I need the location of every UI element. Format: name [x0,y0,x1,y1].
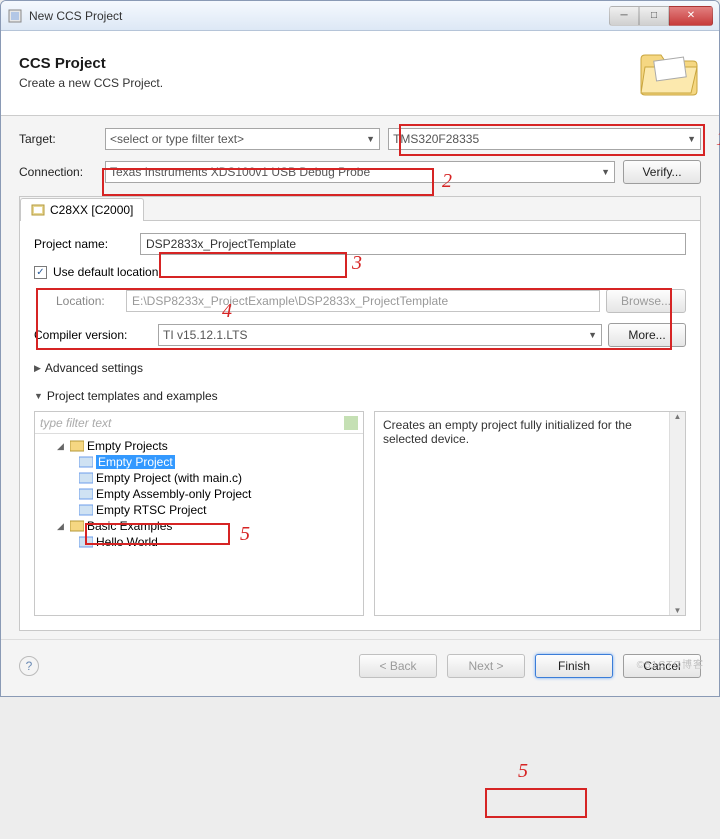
triangle-right-icon: ▶ [34,363,41,374]
scrollbar[interactable]: ▲ ▼ [669,412,685,615]
advanced-settings-toggle[interactable]: ▶ Advanced settings [34,361,686,375]
scroll-up-icon: ▲ [674,412,682,421]
next-button: Next > [447,654,525,678]
target-filter-text: <select or type filter text> [110,132,244,146]
connection-value: Texas Instruments XDS100v1 USB Debug Pro… [110,165,370,179]
annotation-box-5b [485,788,587,818]
help-button[interactable]: ? [19,656,39,676]
project-icon [79,472,93,484]
target-filter-combo[interactable]: <select or type filter text> ▼ [105,128,380,150]
more-button[interactable]: More... [608,323,686,347]
collapse-icon: ◢ [57,441,67,452]
app-icon [7,8,23,24]
tree-item-empty-asm[interactable]: Empty Assembly-only Project [37,486,361,502]
back-button: < Back [359,654,437,678]
use-default-checkbox[interactable]: ✓ [34,266,47,279]
template-description: Creates an empty project fully initializ… [374,411,686,616]
chevron-down-icon: ▼ [687,134,696,144]
compiler-combo[interactable]: TI v15.12.1.LTS ▼ [158,324,602,346]
triangle-down-icon: ▼ [34,391,43,401]
connection-label: Connection: [19,165,97,179]
project-icon [79,504,93,516]
tab-area: C28XX [C2000] Project name: DSP2833x_Pro… [19,196,701,631]
location-label: Location: [56,294,120,308]
project-icon [79,536,93,548]
chip-icon [31,204,45,216]
tree-group-basic-examples[interactable]: ◢ Basic Examples [37,518,361,534]
project-icon [79,456,93,468]
minimize-button[interactable]: ─ [609,6,639,26]
page-subtitle: Create a new CCS Project. [19,76,163,90]
location-input: E:\DSP8233x_ProjectExample\DSP2833x_Proj… [126,290,600,312]
folder-icon [70,440,84,452]
tree-item-empty-project[interactable]: Empty Project [37,454,361,470]
tree-item-empty-project-mainc[interactable]: Empty Project (with main.c) [37,470,361,486]
window-title: New CCS Project [29,9,609,23]
tab-label: C28XX [C2000] [50,203,133,217]
chevron-down-icon: ▼ [601,167,610,177]
annotation-label-5b: 5 [518,760,528,783]
tree-group-empty-projects[interactable]: ◢ Empty Projects [37,438,361,454]
project-name-input[interactable]: DSP2833x_ProjectTemplate [140,233,686,255]
target-device-combo[interactable]: TMS320F28335 ▼ [388,128,701,150]
collapse-icon: ◢ [57,521,67,532]
dialog-footer: ? < Back Next > Finish Cancel [1,639,719,696]
scroll-down-icon: ▼ [674,606,682,615]
target-label: Target: [19,132,97,146]
project-name-label: Project name: [34,237,134,251]
use-default-label: Use default location [53,265,158,279]
template-tree-panel: type filter text ◢ Empty Projects [34,411,364,616]
page-title: CCS Project [19,55,163,72]
tree-item-empty-rtsc[interactable]: Empty RTSC Project [37,502,361,518]
verify-button[interactable]: Verify... [623,160,701,184]
folder-icon [70,520,84,532]
folder-icon [637,45,701,99]
connection-combo[interactable]: Texas Instruments XDS100v1 USB Debug Pro… [105,161,615,183]
template-filter-input[interactable]: type filter text [35,412,363,434]
cancel-button[interactable]: Cancel [623,654,701,678]
dialog-window: New CCS Project ─ □ ✕ CCS Project Create… [0,0,720,697]
filter-indicator-icon [344,416,358,430]
project-icon [79,488,93,500]
tree-item-hello-world[interactable]: Hello World [37,534,361,550]
browse-button: Browse... [606,289,686,313]
finish-button[interactable]: Finish [535,654,613,678]
chevron-down-icon: ▼ [588,330,597,340]
window-controls: ─ □ ✕ [609,6,713,26]
compiler-value: TI v15.12.1.LTS [163,328,248,342]
compiler-label: Compiler version: [34,328,152,342]
close-button[interactable]: ✕ [669,6,713,26]
templates-toggle[interactable]: ▼ Project templates and examples [34,389,686,403]
tab-c28xx[interactable]: C28XX [C2000] [20,198,144,221]
header-banner: CCS Project Create a new CCS Project. [1,31,719,116]
chevron-down-icon: ▼ [366,134,375,144]
target-device-text: TMS320F28335 [393,132,479,146]
maximize-button[interactable]: □ [639,6,669,26]
titlebar: New CCS Project ─ □ ✕ [1,1,719,31]
form-content: Target: <select or type filter text> ▼ T… [1,116,719,639]
